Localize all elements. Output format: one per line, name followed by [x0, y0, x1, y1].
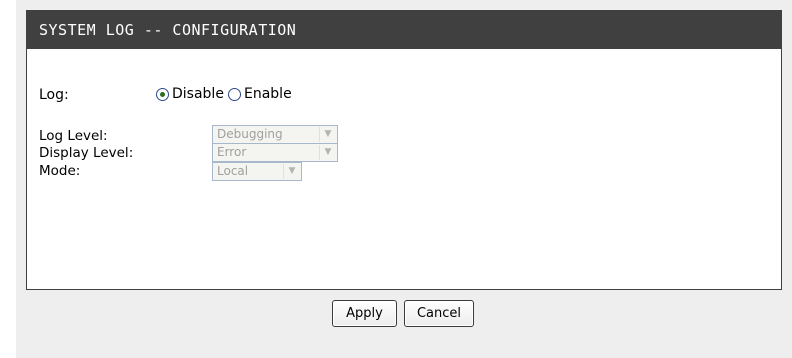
content-area: SYSTEM LOG -- CONFIGURATION Log: Disable… — [16, 0, 792, 358]
apply-button[interactable]: Apply — [332, 300, 397, 327]
display-level-select[interactable]: Error ▼ — [212, 143, 338, 162]
page: SYSTEM LOG -- CONFIGURATION Log: Disable… — [0, 0, 792, 358]
log-enable-label: Enable — [244, 86, 292, 102]
chevron-down-icon: ▼ — [319, 127, 336, 142]
display-level-value: Error — [217, 145, 247, 159]
display-level-label: Display Level: — [39, 145, 134, 161]
mode-value: Local — [217, 164, 249, 178]
log-disable-radio[interactable]: Disable — [156, 86, 224, 102]
log-level-label: Log Level: — [39, 128, 108, 144]
log-level-value: Debugging — [217, 127, 283, 141]
log-level-select[interactable]: Debugging ▼ — [212, 125, 338, 144]
system-log-panel: SYSTEM LOG -- CONFIGURATION Log: Disable… — [26, 10, 782, 290]
radio-unchecked-icon — [228, 87, 241, 101]
mode-label: Mode: — [39, 163, 81, 179]
log-disable-label: Disable — [172, 86, 224, 102]
mode-select[interactable]: Local ▼ — [212, 162, 302, 181]
cancel-button[interactable]: Cancel — [404, 300, 474, 327]
log-enable-radio[interactable]: Enable — [228, 86, 292, 102]
radio-checked-icon — [156, 87, 169, 101]
log-label: Log: — [39, 87, 69, 103]
chevron-down-icon: ▼ — [283, 164, 300, 179]
panel-title: SYSTEM LOG -- CONFIGURATION — [27, 11, 781, 49]
chevron-down-icon: ▼ — [319, 145, 336, 160]
